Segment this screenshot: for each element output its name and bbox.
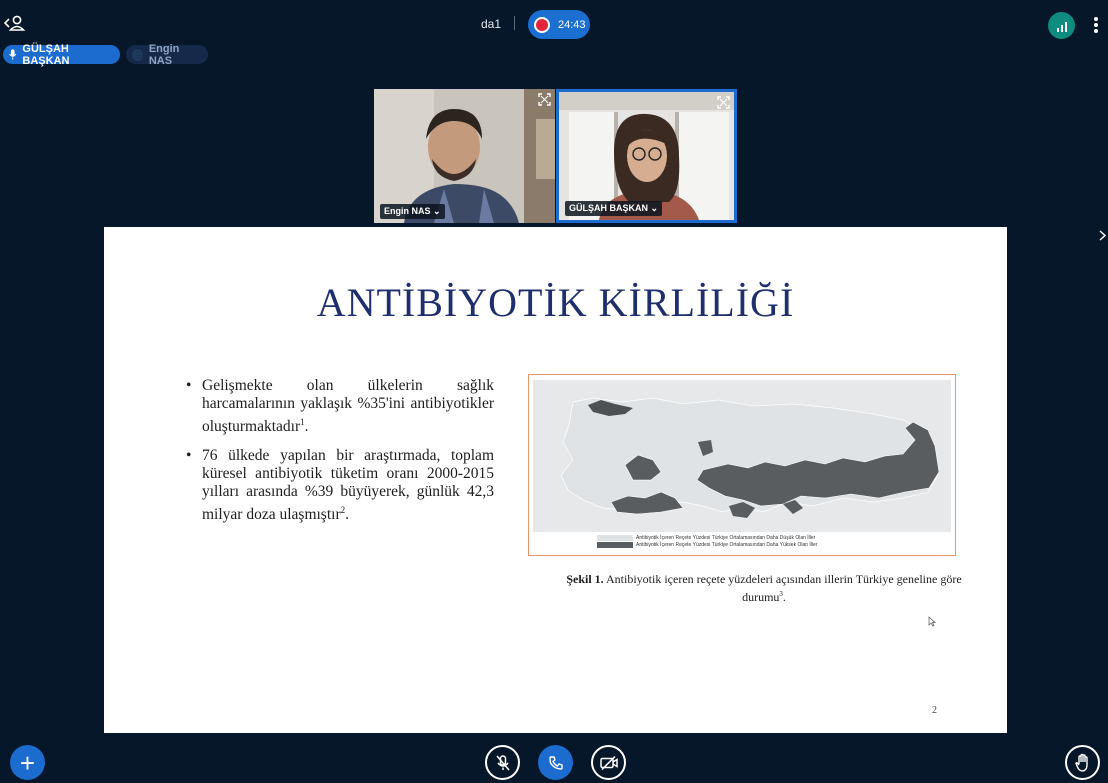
video-tile-engin[interactable]: Engin NAS ⌄	[374, 89, 555, 223]
legend-swatch-low	[597, 534, 633, 541]
bullet-item: 76 ülkede yapılan bir araştırmada, topla…	[184, 447, 494, 524]
signal-bar	[1064, 22, 1067, 32]
leave-audio-button[interactable]	[538, 745, 573, 780]
fullscreen-icon[interactable]	[717, 96, 730, 109]
divider	[514, 16, 515, 30]
options-menu-button[interactable]	[1090, 14, 1102, 36]
actions-button[interactable]: +	[10, 745, 45, 780]
user-list-toggle-button[interactable]	[3, 13, 26, 33]
slide-title: ANTİBİYOTİK KİRLİLİĞİ	[316, 280, 795, 325]
legend-label: Antibiyotik İçeren Reçete Yüzdesi Türkiy…	[636, 534, 816, 541]
unmute-button[interactable]	[485, 745, 520, 780]
video-name-label[interactable]: Engin NAS ⌄	[380, 204, 445, 219]
bullet-end: .	[304, 418, 309, 436]
video-name-label[interactable]: GÜLŞAH BAŞKAN ⌄	[565, 201, 663, 216]
recording-indicator[interactable]: 24:43	[528, 10, 590, 39]
muted-icon	[132, 48, 143, 61]
recording-time: 24:43	[558, 18, 586, 31]
legend-item: Antibiyotik İçeren Reçete Yüzdesi Türkiy…	[597, 541, 817, 548]
user-list-icon	[3, 15, 26, 31]
raise-hand-icon	[1074, 753, 1088, 772]
dot	[1094, 17, 1098, 21]
talking-indicator-engin[interactable]: Engin NAS	[126, 42, 208, 67]
bullet-item: Gelişmekte olan ülkelerin sağlık harcama…	[184, 377, 494, 436]
dot	[1094, 23, 1098, 27]
raise-hand-button[interactable]	[1065, 745, 1100, 780]
talker-name: GÜLŞAH BAŞKAN	[22, 42, 70, 67]
signal-bar	[1060, 25, 1063, 32]
minimize-presentation-icon[interactable]	[1099, 229, 1108, 242]
fullscreen-icon[interactable]	[538, 93, 551, 106]
connection-status-button[interactable]	[1048, 12, 1075, 39]
turkey-map-figure: Antibiyotik İçeren Reçete Yüzdesi Türkiy…	[528, 374, 956, 556]
mic-muted-icon	[495, 754, 510, 770]
legend-swatch-high	[597, 541, 633, 548]
video-tile-gulsah[interactable]: GÜLŞAH BAŞKAN ⌄	[556, 89, 737, 223]
meeting-name: da1	[480, 17, 502, 31]
map-legend: Antibiyotik İçeren Reçete Yüzdesi Türkiy…	[597, 534, 817, 548]
bullet-end: .	[345, 506, 349, 524]
phone-icon	[548, 755, 563, 770]
slide-bullet-list: Gelişmekte olan ülkelerin sağlık harcama…	[184, 377, 494, 535]
dot	[1094, 29, 1098, 33]
webcam-video	[374, 89, 555, 223]
top-bar: da1 24:43	[0, 0, 1108, 44]
share-webcam-button[interactable]	[591, 745, 626, 780]
figure-caption: Şekil 1. Antibiyotik içeren reçete yüzde…	[544, 572, 984, 605]
caption-label: Şekil 1.	[566, 572, 604, 586]
caption-end: .	[782, 590, 786, 604]
legend-label: Antibiyotik İçeren Reçete Yüzdesi Türkiy…	[636, 541, 818, 548]
talking-indicator-gulsah[interactable]: GÜLŞAH BAŞKAN	[3, 42, 120, 67]
slide-page-number: 2	[932, 705, 937, 716]
turkey-map	[560, 397, 940, 518]
legend-item: Antibiyotik İçeren Reçete Yüzdesi Türkiy…	[597, 534, 817, 541]
microphone-icon	[9, 49, 17, 60]
signal-bar	[1056, 28, 1059, 32]
bullet-text: Gelişmekte olan ülkelerin sağlık harcama…	[202, 377, 494, 436]
camera-off-icon	[599, 755, 618, 770]
mouse-cursor-icon	[928, 616, 936, 627]
record-icon	[534, 16, 550, 33]
presentation-slide: ANTİBİYOTİK KİRLİLİĞİ Gelişmekte olan ül…	[104, 227, 1007, 733]
talker-name: Engin NAS	[148, 42, 180, 67]
